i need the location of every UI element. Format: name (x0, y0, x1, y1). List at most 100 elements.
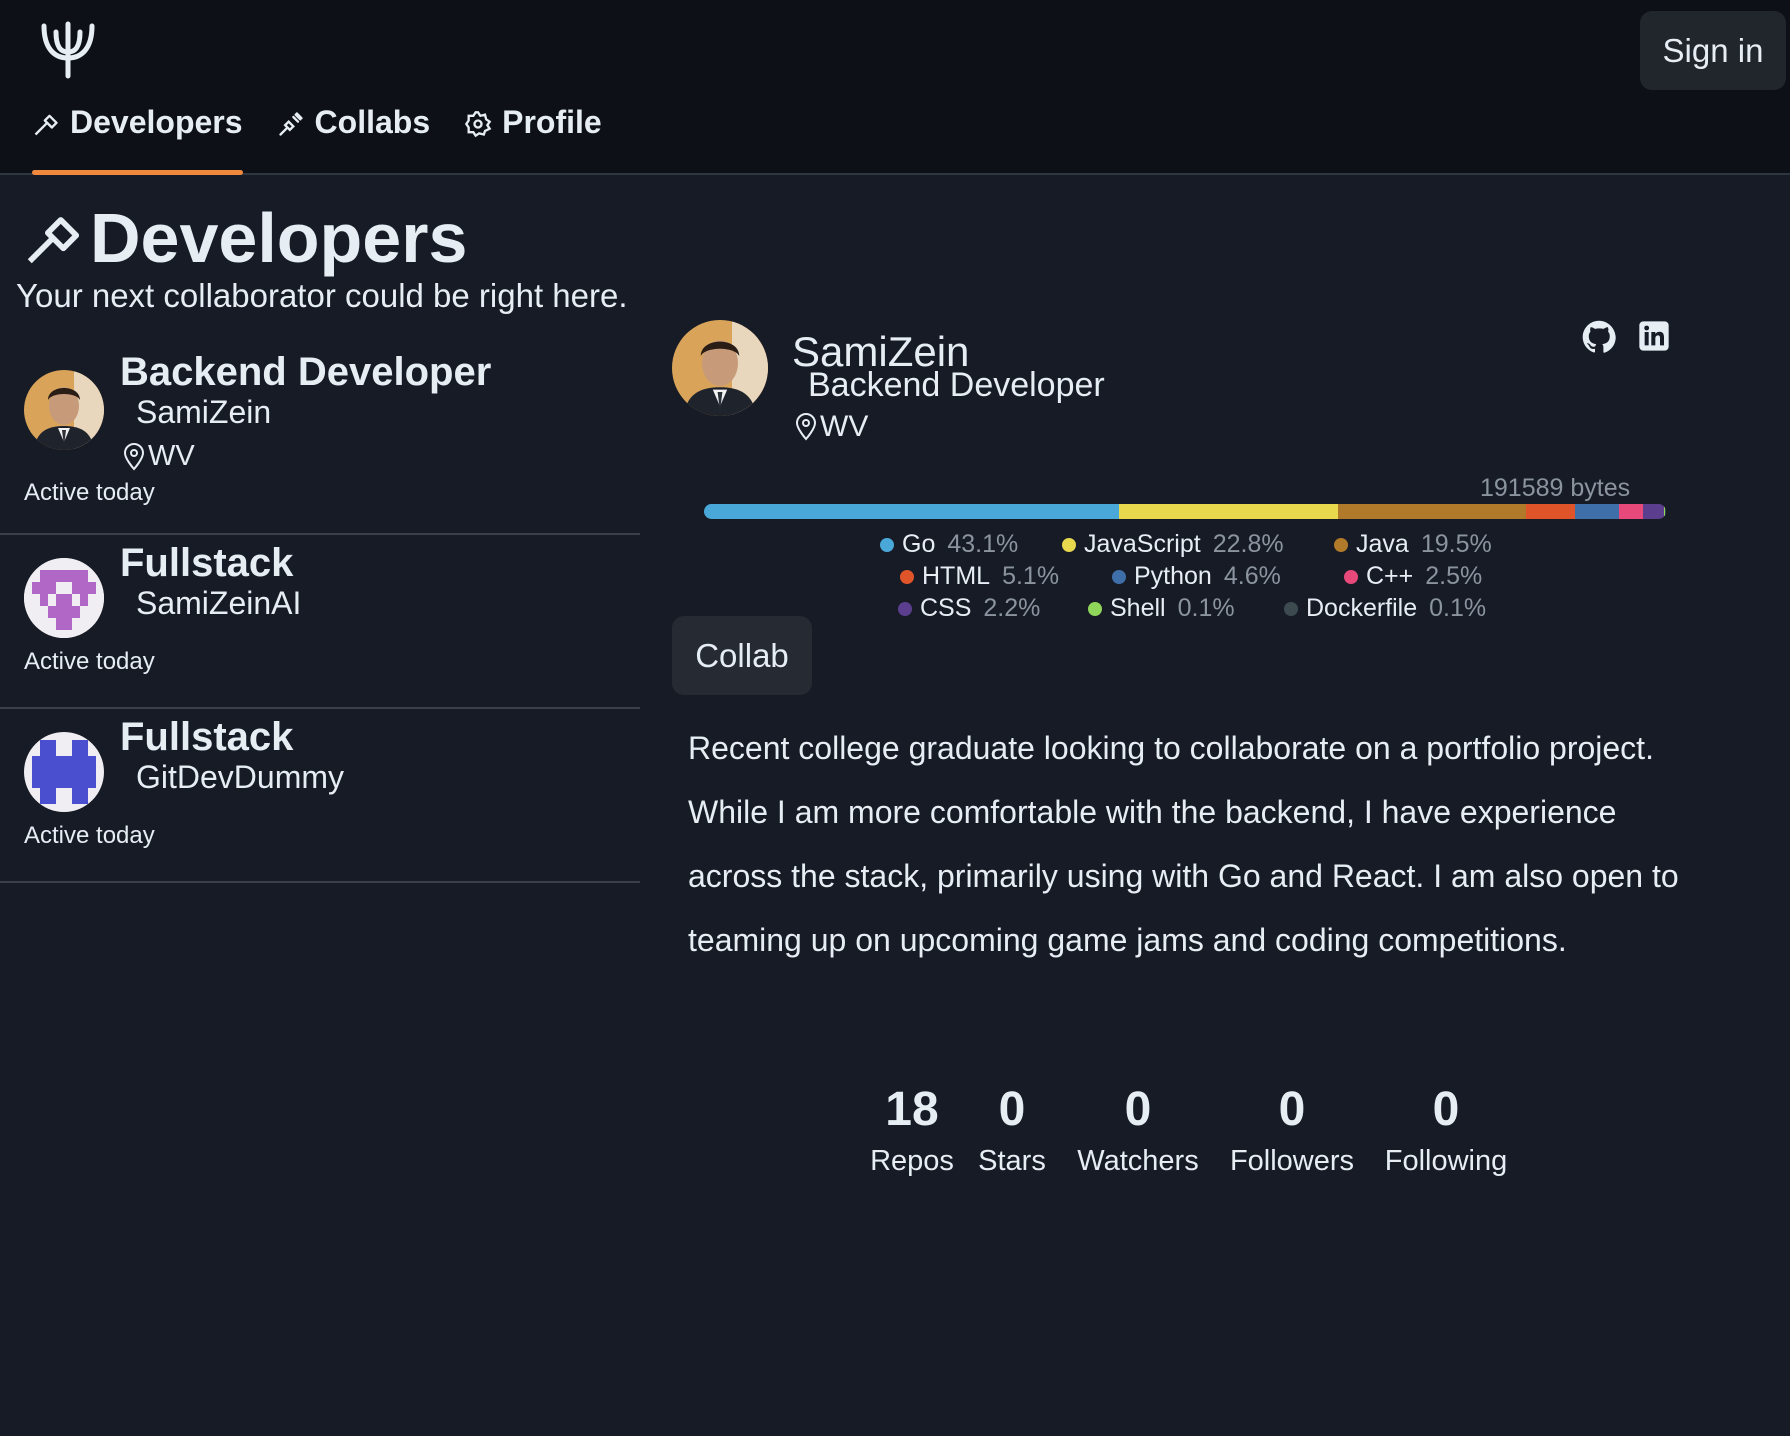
legend-dot-icon (1344, 569, 1358, 584)
developer-role: Backend Developer (120, 350, 492, 394)
language-legend-item: Python 4.6% (1112, 562, 1281, 591)
legend-language-percent: 19.5% (1420, 530, 1492, 558)
profile-avatar (672, 320, 768, 416)
trident-logo-icon[interactable] (36, 18, 100, 82)
stat-number: 0 (1278, 1083, 1306, 1136)
language-legend-item: JavaScript 22.8% (1062, 530, 1284, 559)
hammer-icon (27, 217, 80, 264)
stat-number: 0 (998, 1083, 1026, 1136)
collab-button[interactable]: Collab (672, 616, 812, 695)
page-subtitle: Your next collaborator could be right he… (16, 277, 628, 314)
language-legend-item: Java 19.5% (1334, 530, 1492, 559)
language-bar-segment (1664, 504, 1666, 519)
stat-followers[interactable]: 0 Followers (1222, 1082, 1362, 1178)
legend-language-name: JavaScript (1084, 530, 1201, 558)
sign-in-button[interactable]: Sign in (1640, 11, 1786, 90)
stat-watchers[interactable]: 0 Watchers (1068, 1082, 1208, 1178)
language-bar-segment (1118, 504, 1338, 519)
hammer-icon (34, 114, 58, 136)
developer-location-text: WV (148, 440, 195, 472)
legend-language-name: C++ (1366, 562, 1414, 590)
legend-language-percent: 4.6% (1223, 562, 1281, 590)
language-bar-segment (704, 504, 1119, 519)
legend-language-name: Shell (1110, 594, 1166, 622)
language-legend-item: Go 43.1% (880, 530, 1018, 559)
developer-username: GitDevDummy (136, 759, 345, 795)
legend-dot-icon (1112, 569, 1126, 584)
developer-card[interactable]: Fullstack SamiZeinAI Active today (0, 535, 640, 709)
nav-developers-label: Developers (70, 104, 243, 140)
legend-dot-icon (1062, 537, 1076, 552)
stat-stars[interactable]: 0 Stars (972, 1082, 1052, 1178)
language-legend-item: C++ 2.5% (1344, 562, 1482, 591)
developer-username: SamiZein (136, 394, 272, 430)
profile-bio: Recent college graduate looking to colla… (688, 730, 1679, 958)
stat-label: Repos (870, 1145, 954, 1177)
nav-collabs[interactable]: Collabs (277, 100, 430, 175)
legend-language-percent: 22.8% (1212, 530, 1284, 558)
legend-dot-icon (880, 537, 894, 552)
stat-label: Stars (978, 1145, 1046, 1177)
legend-dot-icon (898, 601, 912, 616)
page-title-text: Developers (90, 199, 468, 277)
stat-following[interactable]: 0 Following (1376, 1082, 1516, 1178)
profile-role: Backend Developer (808, 366, 1105, 404)
developer-location: WV (122, 440, 195, 473)
language-legend-item: CSS 2.2% (898, 594, 1040, 623)
map-pin-icon (795, 413, 817, 441)
main-nav: Developers Collabs Profile (32, 100, 636, 175)
developer-username: SamiZeinAI (136, 585, 302, 621)
language-bar (704, 504, 1666, 519)
plug-icon (278, 112, 303, 136)
developer-card[interactable]: Fullstack GitDevDummy Active today (0, 709, 640, 883)
language-bar-segment (1618, 504, 1643, 519)
stat-repos[interactable]: 18 Repos (862, 1082, 962, 1178)
legend-language-name: HTML (922, 562, 991, 590)
language-legend-item: Shell 0.1% (1088, 594, 1235, 623)
nav-profile-label: Profile (502, 104, 602, 140)
language-bar-segment (1574, 504, 1619, 519)
repo-bytes: 191589 bytes (1480, 474, 1631, 502)
avatar (24, 558, 104, 638)
language-bar-segment (1337, 504, 1526, 519)
language-bar-segment (1525, 504, 1575, 519)
legend-language-percent: 43.1% (947, 530, 1019, 558)
language-legend-item: Dockerfile 0.1% (1284, 594, 1486, 623)
legend-language-percent: 0.1% (1177, 594, 1235, 622)
profile-location: WV (794, 410, 868, 444)
legend-language-percent: 5.1% (1002, 562, 1060, 590)
legend-language-name: Python (1134, 562, 1212, 590)
language-bar-segment (1642, 504, 1665, 519)
developer-role: Fullstack (120, 541, 294, 585)
linkedin-icon[interactable] (1638, 320, 1670, 352)
legend-language-name: Java (1356, 530, 1409, 558)
developer-card[interactable]: Backend Developer SamiZein WV Active tod… (0, 340, 640, 535)
developer-activity: Active today (24, 822, 155, 849)
developer-activity: Active today (24, 648, 155, 675)
stat-number: 0 (1432, 1083, 1460, 1136)
top-bar: Developers Collabs Profile Sign in (0, 0, 1790, 175)
stat-label: Watchers (1077, 1145, 1199, 1177)
stat-number: 0 (1124, 1083, 1152, 1136)
nav-profile[interactable]: Profile (464, 100, 602, 175)
legend-dot-icon (1284, 601, 1298, 616)
map-pin-icon (123, 442, 145, 470)
legend-language-name: Go (902, 530, 936, 558)
nav-developers[interactable]: Developers (32, 100, 243, 175)
avatar (24, 370, 104, 450)
stat-label: Following (1384, 1145, 1508, 1177)
legend-language-name: Dockerfile (1306, 594, 1418, 622)
legend-language-name: CSS (920, 594, 972, 622)
legend-dot-icon (1088, 601, 1102, 616)
legend-language-percent: 0.1% (1429, 594, 1487, 622)
stat-number: 18 (885, 1083, 939, 1136)
page-title: Developers (22, 198, 467, 278)
legend-dot-icon (1334, 537, 1348, 552)
legend-dot-icon (900, 569, 914, 584)
gear-icon (465, 111, 492, 138)
legend-language-percent: 2.2% (983, 594, 1041, 622)
developer-role: Fullstack (120, 715, 294, 759)
github-icon[interactable] (1582, 320, 1616, 354)
stat-label: Followers (1229, 1145, 1355, 1177)
developer-list: Backend Developer SamiZein WV Active tod… (0, 340, 640, 883)
